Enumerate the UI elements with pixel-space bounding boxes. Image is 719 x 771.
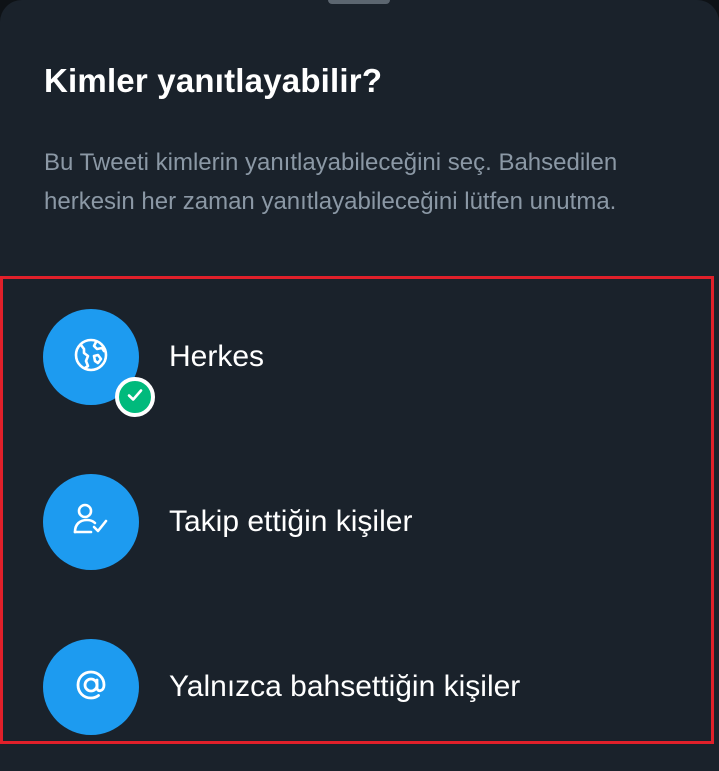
option-everyone-icon-circle: [43, 309, 155, 417]
sheet-grabber-handle[interactable]: [328, 0, 390, 4]
reply-settings-sheet: Kimler yanıtlayabilir? Bu Tweeti kimleri…: [0, 0, 719, 771]
sheet-description: Bu Tweeti kimlerin yanıtlayabileceğini s…: [44, 149, 618, 215]
person-check-icon: [70, 499, 112, 546]
option-label: Yalnızca bahsettiğin kişiler: [169, 670, 521, 703]
at-sign-icon: [71, 665, 111, 710]
selected-check-badge: [115, 377, 155, 417]
option-label: Takip ettiğin kişiler: [169, 505, 413, 538]
option-everyone[interactable]: Herkes: [43, 309, 683, 417]
globe-icon: [71, 335, 111, 380]
sheet-title: Kimler yanıtlayabilir?: [44, 62, 383, 99]
option-people-you-follow[interactable]: Takip ettiğin kişiler: [43, 474, 683, 570]
option-label: Herkes: [169, 340, 265, 373]
option-mentioned-icon-circle: [43, 639, 139, 735]
option-only-mentioned[interactable]: Yalnızca bahsettiğin kişiler: [43, 639, 683, 735]
checkmark-icon: [125, 385, 145, 410]
reply-options-list: Herkes Takip ettiğin kişiler Yalnızca ba…: [0, 276, 714, 744]
option-following-icon-circle: [43, 474, 139, 570]
